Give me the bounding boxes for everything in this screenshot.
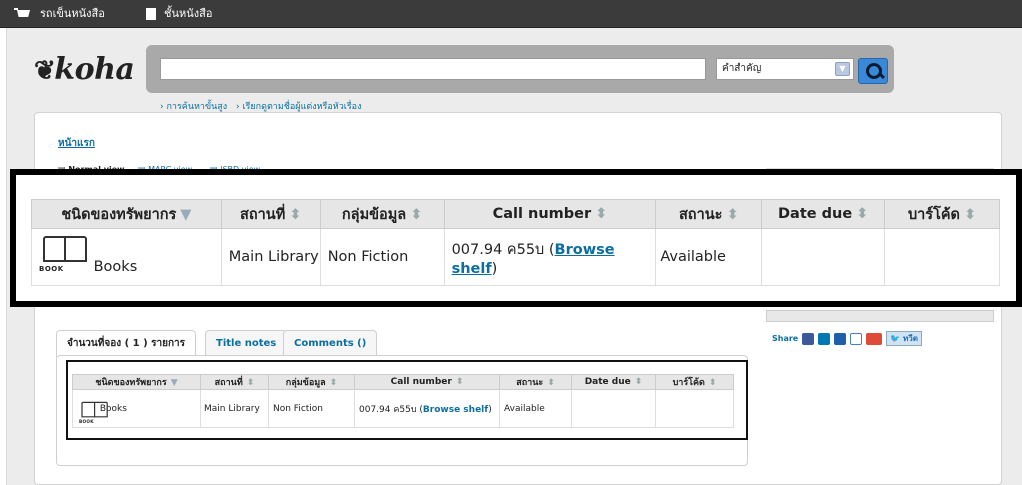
facebook-icon[interactable] bbox=[802, 332, 815, 345]
col-location[interactable]: สถานที่ ⬍ bbox=[200, 374, 269, 390]
delicious-icon[interactable] bbox=[834, 332, 847, 345]
cell-itemtype: BOOK Books bbox=[31, 228, 222, 286]
col-collection[interactable]: กลุ่มข้อมูล ⬍ bbox=[268, 374, 355, 390]
cell-collection: Non Fiction bbox=[268, 389, 355, 428]
search-button[interactable] bbox=[858, 58, 888, 84]
breadcrumb-home[interactable]: หน้าแรก bbox=[58, 136, 95, 151]
col-barcode[interactable]: บาร์โค้ด ⬍ bbox=[884, 199, 1000, 229]
list-icon bbox=[146, 8, 156, 20]
col-date-due[interactable]: Date due ⬍ bbox=[571, 374, 656, 390]
sidebar-select[interactable] bbox=[766, 310, 994, 322]
browse-authors-link[interactable]: › เรียกดูตามชื่อผู้แต่งหรือหัวเรื่อง bbox=[236, 99, 361, 113]
lists-button[interactable]: ชั้นหนังสือ bbox=[146, 0, 212, 28]
tweet-button[interactable]: 🐦 ทวีต bbox=[886, 331, 922, 346]
col-collection[interactable]: กลุ่มข้อมูล ⬍ bbox=[319, 199, 445, 229]
holdings-table-zoomed: ชนิดของทรัพยากร ▼ สถานที่ ⬍ กลุ่มข้อมูล ⬍ C… bbox=[31, 199, 1000, 286]
search-input[interactable] bbox=[160, 58, 706, 80]
col-location[interactable]: สถานที่ ⬍ bbox=[220, 199, 321, 229]
cell-barcode bbox=[655, 389, 734, 428]
cell-itemtype: BOOK Books bbox=[72, 389, 201, 428]
share-bar: Share 🐦 ทวีต bbox=[772, 331, 922, 346]
tab-comments[interactable]: Comments () bbox=[283, 330, 378, 356]
col-callnumber[interactable]: Call number ⬍ bbox=[443, 199, 657, 229]
cell-callnumber: 007.94 ค55บ (Browse shelf) bbox=[354, 389, 500, 428]
lists-label: ชั้นหนังสือ bbox=[164, 7, 213, 20]
book-icon: BOOK bbox=[79, 400, 108, 424]
tab-title-notes[interactable]: Title notes bbox=[205, 330, 288, 356]
search-type-select[interactable]: คำสำคัญ ▼ bbox=[716, 58, 854, 80]
col-itemtype[interactable]: ชนิดของทรัพยากร ▼ bbox=[72, 374, 201, 390]
chevron-down-icon: ▼ bbox=[835, 62, 850, 76]
koha-logo[interactable]: ❦koha bbox=[34, 52, 135, 87]
cart-label: รถเข็นหนังสือ bbox=[40, 7, 105, 20]
cell-date-due bbox=[571, 389, 656, 428]
linkedin-icon[interactable] bbox=[818, 332, 831, 345]
col-status[interactable]: สถานะ ⬍ bbox=[655, 199, 763, 229]
col-callnumber[interactable]: Call number ⬍ bbox=[354, 374, 500, 390]
col-barcode[interactable]: บาร์โค้ด ⬍ bbox=[655, 374, 734, 390]
browse-shelf-link[interactable]: Browse shelf bbox=[423, 405, 488, 415]
cell-location: Main Library bbox=[200, 389, 269, 428]
cell-collection: Non Fiction bbox=[319, 228, 445, 286]
top-bar: รถเข็นหนังสือ ชั้นหนังสือ bbox=[0, 0, 1022, 28]
book-icon: BOOK bbox=[39, 234, 89, 280]
col-status[interactable]: สถานะ ⬍ bbox=[499, 374, 572, 390]
table-row: BOOK Books Main Library Non Fiction 007.… bbox=[31, 228, 1000, 286]
advanced-search-link[interactable]: › การค้นหาขั้นสูง bbox=[160, 99, 227, 113]
col-date-due[interactable]: Date due ⬍ bbox=[761, 199, 886, 229]
cell-barcode bbox=[884, 228, 1000, 286]
email-icon[interactable] bbox=[850, 332, 863, 345]
google-plus-icon[interactable] bbox=[866, 332, 883, 345]
search-type-value: คำสำคัญ bbox=[722, 63, 762, 74]
cell-date-due bbox=[761, 228, 886, 286]
tab-holdings[interactable]: จำนวนที่จอง ( 1 ) รายการ bbox=[56, 330, 197, 357]
col-itemtype[interactable]: ชนิดของทรัพยากร ▼ bbox=[31, 199, 222, 229]
leaf-icon: ❦ bbox=[34, 56, 56, 86]
holdings-table-small: ชนิดของทรัพยากร ▼ สถานที่ ⬍ กลุ่มข้อมูล ⬍ C… bbox=[72, 374, 734, 428]
cell-location: Main Library bbox=[220, 228, 321, 286]
table-row: BOOK Books Main Library Non Fiction 007.… bbox=[72, 389, 734, 428]
cell-status: Available bbox=[655, 228, 763, 286]
cell-status: Available bbox=[499, 389, 572, 428]
cart-icon bbox=[14, 8, 32, 20]
cart-button[interactable]: รถเข็นหนังสือ bbox=[14, 0, 105, 28]
cell-callnumber: 007.94 ค55บ (Browse shelf) bbox=[443, 228, 657, 286]
